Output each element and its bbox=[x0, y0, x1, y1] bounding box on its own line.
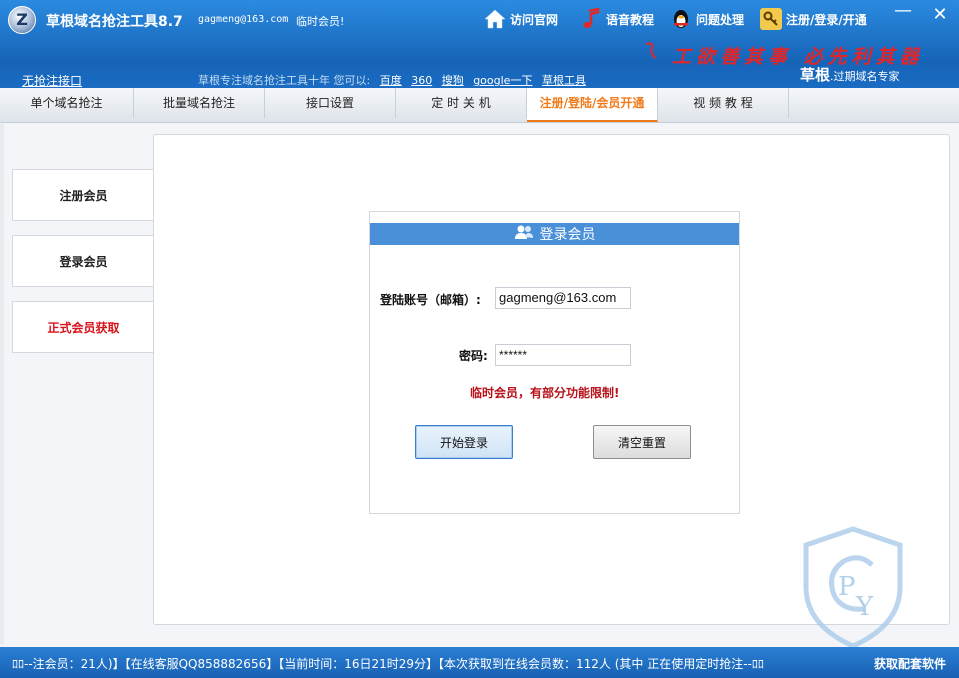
register-login-link[interactable]: 注册/登录/开通 bbox=[760, 6, 867, 32]
tab-video-tutorial[interactable]: 视 频 教 程 bbox=[658, 88, 789, 118]
svg-text:Y: Y bbox=[855, 592, 874, 622]
users-icon bbox=[514, 224, 534, 244]
user-status: 临时会员! bbox=[296, 15, 345, 28]
app-logo: Z bbox=[8, 6, 36, 34]
home-icon bbox=[484, 8, 506, 30]
get-companion-software-link[interactable]: 获取配套软件 bbox=[874, 655, 946, 672]
status-text: ﾛﾛ--注会员：21人)】【在线客服QQ858882656】【当前时间：16日2… bbox=[12, 657, 764, 671]
clear-reset-button[interactable]: 清空重置 bbox=[593, 425, 691, 459]
title-bar: Z 草根域名抢注工具8.7 gagmeng@163.com 临时会员! 访问官网… bbox=[0, 0, 959, 88]
tab-single-domain[interactable]: 单个域名抢注 bbox=[0, 88, 134, 118]
info-bar: 草根专注域名抢注工具十年 您可以: 百度 360 搜狗 google一下 草根工… bbox=[198, 72, 586, 88]
brand: 草根.过期域名专家 bbox=[800, 64, 900, 85]
account-email-input[interactable]: gagmeng@163.com bbox=[495, 287, 631, 309]
visit-site-link[interactable]: 访问官网 bbox=[484, 6, 558, 32]
minimize-button[interactable]: — bbox=[891, 0, 915, 22]
google-link[interactable]: google一下 bbox=[473, 74, 532, 87]
info-text: 草根专注域名抢注工具十年 您可以: bbox=[198, 74, 371, 87]
password-label: 密码: bbox=[459, 349, 488, 363]
login-header: 登录会员 bbox=[370, 223, 739, 245]
login-box: 登录会员 登陆账号（邮箱）: gagmeng@163.com 密码: *****… bbox=[369, 211, 740, 514]
sidebar-login-member[interactable]: 登录会员 bbox=[12, 235, 154, 287]
user-email: gagmeng@163.com bbox=[198, 14, 289, 25]
music-note-icon bbox=[580, 8, 602, 30]
tab-api-settings[interactable]: 接口设置 bbox=[265, 88, 396, 118]
login-header-title: 登录会员 bbox=[539, 227, 596, 243]
voice-tutorial-label: 语音教程 bbox=[606, 12, 655, 27]
password-input[interactable]: ****** bbox=[495, 344, 631, 366]
wave-decoration-icon bbox=[644, 40, 660, 65]
app-window: Z 草根域名抢注工具8.7 gagmeng@163.com 临时会员! 访问官网… bbox=[0, 0, 959, 678]
sidebar-get-full-membership[interactable]: 正式会员获取 bbox=[12, 301, 154, 353]
caogen-tools-link[interactable]: 草根工具 bbox=[542, 74, 586, 87]
issue-handling-link[interactable]: 问题处理 bbox=[670, 6, 744, 32]
status-bar: ﾛﾛ--注会员：21人)】【在线客服QQ858882656】【当前时间：16日2… bbox=[0, 647, 959, 678]
register-login-label: 注册/登录/开通 bbox=[786, 12, 867, 27]
sogou-link[interactable]: 搜狗 bbox=[442, 74, 464, 87]
start-login-button[interactable]: 开始登录 bbox=[415, 425, 513, 459]
brand-name: 草根 bbox=[800, 66, 831, 84]
temp-member-warning: 临时会员，有部分功能限制! bbox=[470, 386, 620, 400]
baidu-link[interactable]: 百度 bbox=[380, 74, 402, 87]
account-label: 登陆账号（邮箱）: bbox=[380, 293, 481, 307]
svg-text:P: P bbox=[838, 572, 856, 602]
left-edge bbox=[0, 124, 4, 644]
sidebar-register-member[interactable]: 注册会员 bbox=[12, 169, 154, 221]
no-api-link[interactable]: 无抢注接口 bbox=[22, 72, 82, 89]
py-shield-watermark-icon: P Y bbox=[800, 525, 906, 650]
brand-subtitle: .过期域名专家 bbox=[830, 70, 900, 83]
qq-penguin-icon bbox=[670, 8, 692, 30]
visit-site-label: 访问官网 bbox=[510, 12, 559, 27]
key-icon bbox=[760, 8, 782, 30]
tab-scheduled-shutdown[interactable]: 定 时 关 机 bbox=[396, 88, 527, 118]
close-button[interactable]: ✕ bbox=[928, 4, 952, 26]
app-title: 草根域名抢注工具8.7 bbox=[46, 14, 183, 30]
360-link[interactable]: 360 bbox=[411, 74, 432, 87]
issue-handling-label: 问题处理 bbox=[696, 12, 745, 27]
voice-tutorial-link[interactable]: 语音教程 bbox=[580, 6, 654, 32]
tab-register-login[interactable]: 注册/登陆/会员开通 bbox=[527, 88, 658, 122]
tab-batch-domain[interactable]: 批量域名抢注 bbox=[134, 88, 265, 118]
main-tabs: 单个域名抢注 批量域名抢注 接口设置 定 时 关 机 注册/登陆/会员开通 视 … bbox=[0, 88, 959, 123]
